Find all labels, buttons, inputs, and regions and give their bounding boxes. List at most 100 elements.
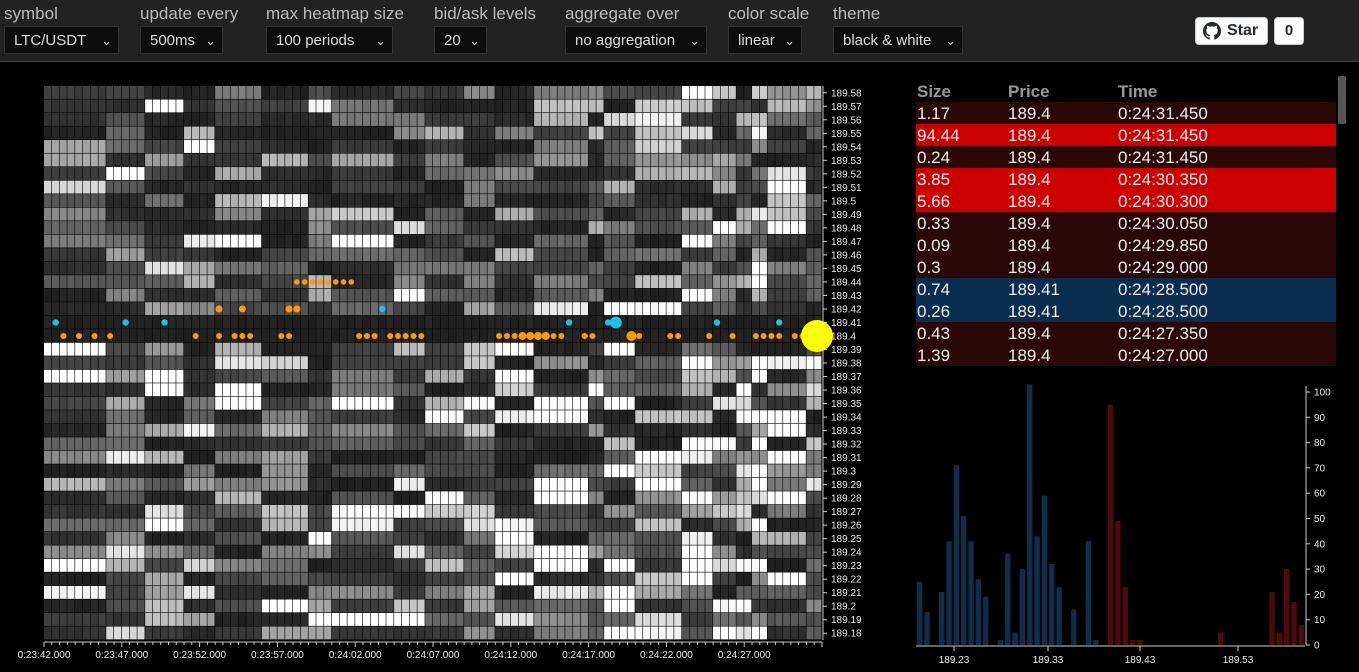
heatmap-cell: [207, 558, 215, 572]
heatmap-cell: [674, 423, 682, 437]
heatmap-cell: [433, 99, 441, 113]
heatmap-cell: [495, 275, 503, 289]
heatmap-cell: [611, 86, 620, 99]
heatmap-cell: [51, 572, 59, 586]
color-scale-select[interactable]: linear ⌄: [728, 26, 802, 54]
heatmap-cell: [456, 612, 464, 626]
heatmap-cell: [386, 207, 394, 221]
heatmap-cell: [643, 329, 651, 343]
heatmap-cell: [549, 518, 557, 532]
heatmap-cell: [82, 572, 91, 586]
heatmap-cell: [798, 153, 806, 167]
heatmap-cell: [744, 477, 752, 491]
heatmap-cell: [378, 369, 386, 383]
heatmap-cell: [635, 248, 643, 262]
heatmap-cell: [370, 585, 378, 599]
orderbook-heatmap[interactable]: 189.58189.57189.56189.55189.54189.53189.…: [0, 62, 900, 672]
heatmap-cell: [650, 396, 659, 410]
heatmap-cell: [619, 396, 627, 410]
heatmap-cell: [316, 356, 324, 370]
heatmap-cell: [261, 329, 270, 343]
heatmap-cell: [433, 504, 441, 518]
heatmap-cell: [658, 477, 666, 491]
heatmap-cell: [775, 356, 783, 370]
heatmap-cell: [674, 464, 682, 478]
heatmap-cell: [759, 315, 767, 329]
heatmap-cell: [67, 599, 75, 613]
heatmap-cell: [541, 423, 550, 437]
heatmap-cell: [246, 248, 254, 262]
levels-select[interactable]: 20 ⌄: [434, 26, 487, 54]
github-star-button[interactable]: Star: [1195, 17, 1268, 45]
heatmap-cell: [152, 545, 161, 559]
heatmap-cell: [339, 383, 347, 397]
heatmap-cell: [417, 369, 425, 383]
heatmap-cell: [650, 383, 659, 397]
heatmap-cell: [106, 180, 114, 194]
heatmap-cell: [487, 207, 495, 221]
heatmap-cell: [160, 612, 168, 626]
heatmap-size-select[interactable]: 100 periods ⌄: [266, 26, 393, 54]
trades-scrollbar[interactable]: [1338, 76, 1346, 124]
heatmap-cell: [806, 99, 814, 113]
heatmap-cell: [503, 437, 511, 451]
heatmap-cell: [790, 126, 799, 140]
update-value: 500ms: [150, 32, 196, 49]
heatmap-cell: [541, 288, 550, 302]
heatmap-cell: [386, 558, 394, 572]
heatmap-cell: [160, 518, 168, 532]
heatmap-cell: [479, 518, 487, 532]
heatmap-cell: [191, 504, 199, 518]
heatmap-cell: [285, 86, 293, 99]
heatmap-cell: [222, 180, 231, 194]
heatmap-cell: [401, 153, 410, 167]
heatmap-cell: [541, 194, 550, 208]
heatmap-cell: [230, 261, 238, 275]
theme-select[interactable]: black & white ⌄: [833, 26, 963, 54]
heatmap-cell: [697, 86, 705, 99]
heatmap-cell: [790, 194, 799, 208]
heatmap-cell: [705, 315, 713, 329]
ask-bar: [1298, 624, 1304, 645]
heatmap-cell: [51, 275, 59, 289]
heatmap-cell: [106, 437, 114, 451]
heatmap-cell: [425, 450, 433, 464]
heatmap-cell: [261, 504, 270, 518]
heatmap-cell: [160, 369, 168, 383]
heatmap-cell: [75, 504, 83, 518]
heatmap-cell: [456, 153, 464, 167]
heatmap-cell: [783, 383, 791, 397]
update-select[interactable]: 500ms ⌄: [140, 26, 223, 54]
aggregate-select[interactable]: no aggregation ⌄: [565, 26, 707, 54]
trade-price: 189.4: [1008, 346, 1051, 365]
heatmap-cell: [145, 477, 153, 491]
heatmap-cell: [277, 464, 285, 478]
symbol-select[interactable]: LTC/USDT ⌄: [4, 26, 119, 54]
heatmap-cell: [59, 504, 67, 518]
heatmap-cell: [588, 126, 596, 140]
heatmap-cell: [386, 288, 394, 302]
heatmap-cell: [705, 113, 713, 126]
heatmap-cell: [495, 477, 503, 491]
heatmap-cell: [355, 531, 363, 545]
heatmap-cell: [129, 153, 137, 167]
heatmap-cell: [230, 504, 238, 518]
heatmap-cell: [580, 180, 588, 194]
heatmap-cell: [145, 153, 153, 167]
heatmap-cell: [269, 207, 277, 221]
heatmap-cell: [518, 153, 526, 167]
github-star-count[interactable]: 0: [1274, 17, 1304, 45]
heatmap-cell: [650, 410, 659, 424]
heatmap-cell: [580, 194, 588, 208]
price-tick-label: 189.4: [831, 331, 856, 342]
heatmap-cell: [409, 180, 417, 194]
heatmap-cell: [222, 342, 231, 356]
heatmap-cell: [308, 369, 316, 383]
bid-bar: [983, 596, 989, 645]
heatmap-cell: [728, 504, 736, 518]
heatmap-cell: [697, 329, 705, 343]
heatmap-cell: [806, 194, 814, 208]
heatmap-cell: [160, 86, 168, 99]
heatmap-cell: [230, 342, 238, 356]
heatmap-cell: [370, 140, 378, 153]
